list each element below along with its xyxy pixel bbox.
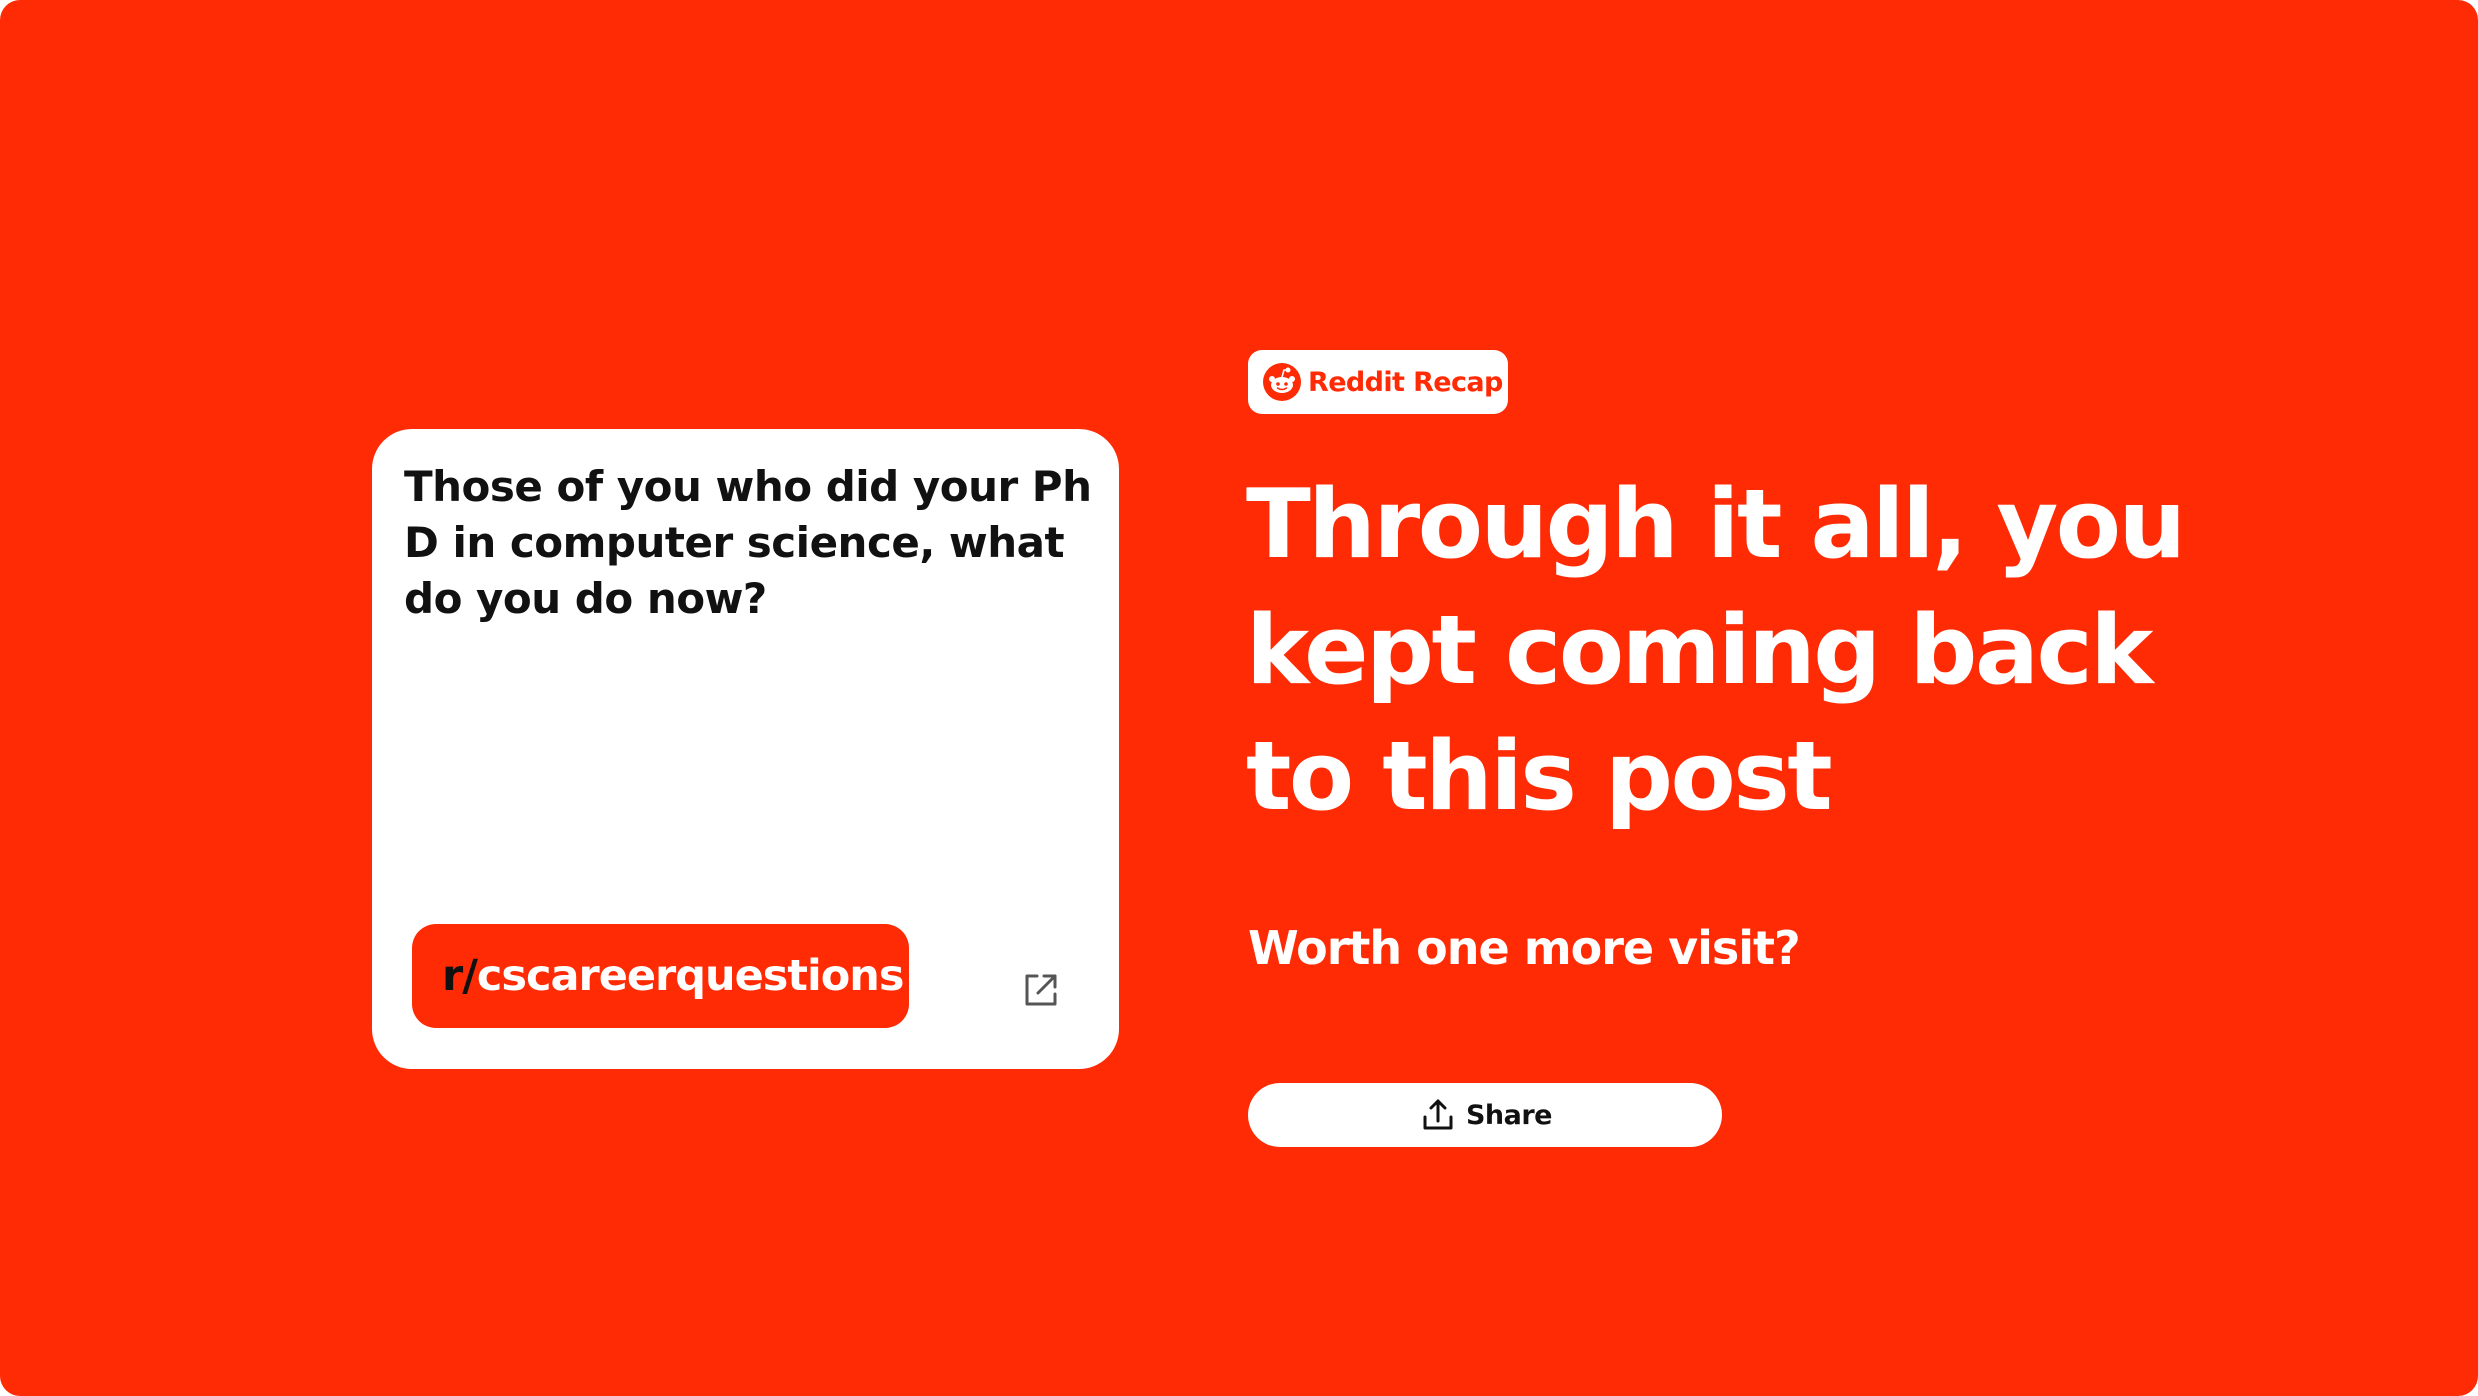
headline: Through it all, you kept coming back to … — [1246, 470, 2186, 832]
recap-slide: Those of you who did your PhD in compute… — [0, 0, 2478, 1396]
reddit-recap-badge: Reddit Recap — [1248, 350, 1508, 414]
subline: Worth one more visit? — [1248, 921, 1801, 975]
subreddit-prefix: r/ — [442, 951, 478, 1001]
subreddit-name: cscareerquestions — [476, 951, 905, 1001]
share-label: Share — [1465, 1099, 1553, 1131]
share-upload-icon — [1418, 1095, 1458, 1135]
post-title[interactable]: Those of you who did your PhD in compute… — [404, 459, 1094, 627]
reddit-snoo-icon — [1262, 362, 1302, 402]
external-link-icon[interactable] — [1017, 966, 1065, 1014]
badge-label: Reddit Recap — [1308, 366, 1503, 398]
subreddit-link[interactable]: r/cscareerquestions — [412, 924, 909, 1028]
post-card[interactable]: Those of you who did your PhD in compute… — [372, 429, 1119, 1069]
share-button[interactable]: Share — [1248, 1083, 1722, 1147]
